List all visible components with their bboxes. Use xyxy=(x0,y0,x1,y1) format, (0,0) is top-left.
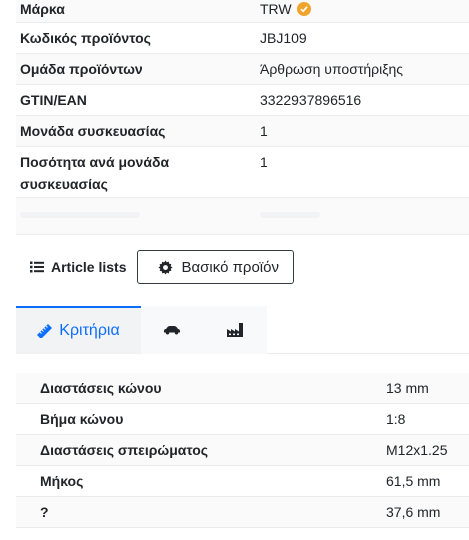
tab-vehicles[interactable] xyxy=(141,306,203,354)
criteria-label: ? xyxy=(40,504,49,520)
base-product-label: Βασικό προϊόν xyxy=(181,258,279,276)
criteria-value: 61,5 mm xyxy=(386,473,441,489)
tab-criteria[interactable]: Κριτήρια xyxy=(16,306,141,354)
action-buttons: Article lists Βασικό προϊόν xyxy=(24,249,294,285)
spec-label: Μονάδα συσκευασίας xyxy=(20,123,166,139)
spec-row-quantity-per-package: Ποσότητα ανά μονάδα συσκευασίας 1 xyxy=(16,147,469,198)
spec-label: Ομάδα προϊόντων xyxy=(20,61,143,77)
criteria-value: 13 mm xyxy=(386,380,429,396)
spec-row-product-group: Ομάδα προϊόντων Άρθρωση υποστήριξης xyxy=(16,54,469,85)
spec-label: Ποσότητα ανά μονάδα συσκευασίας xyxy=(20,154,170,192)
spec-label: Κωδικός προϊόντος xyxy=(20,30,151,46)
spec-row-brand: Μάρκα TRW xyxy=(16,0,469,23)
gear-icon xyxy=(158,259,174,275)
tab-criteria-label: Κριτήρια xyxy=(59,322,120,339)
criteria-label: Μήκος xyxy=(40,473,84,489)
verified-badge-icon xyxy=(296,2,311,16)
brand-name: TRW xyxy=(260,1,292,17)
article-lists-button[interactable]: Article lists xyxy=(24,249,134,285)
criteria-row: Μήκος 61,5 mm xyxy=(16,466,469,497)
car-icon xyxy=(164,326,180,335)
spec-value: JBJ109 xyxy=(260,30,307,46)
criteria-label: Διαστάσεις σπειρώματος xyxy=(40,442,209,458)
article-lists-label: Article lists xyxy=(51,259,127,275)
spec-value: 3322937896516 xyxy=(260,92,362,108)
criteria-row: Βήμα κώνου 1:8 xyxy=(16,404,469,435)
criteria-table: Διαστάσεις κώνου 13 mm Βήμα κώνου 1:8 Δι… xyxy=(16,373,469,528)
detail-tabs: Κριτήρια xyxy=(16,306,469,354)
spec-row-faded xyxy=(16,198,469,235)
criteria-row: Διαστάσεις σπειρώματος M12x1.25 xyxy=(16,435,469,466)
spec-value: 1 xyxy=(260,154,268,170)
spec-row-gtin-ean: GTIN/EAN 3322937896516 xyxy=(16,85,469,116)
criteria-value: 37,6 mm xyxy=(386,504,441,520)
ruler-icon xyxy=(37,324,53,338)
list-icon xyxy=(30,261,44,273)
tab-manufacturers[interactable] xyxy=(203,306,267,354)
spec-row-product-code: Κωδικός προϊόντος JBJ109 xyxy=(16,23,469,54)
criteria-label: Βήμα κώνου xyxy=(40,411,124,427)
spec-label: GTIN/EAN xyxy=(20,92,87,108)
product-specs-table: Μάρκα TRW Κωδικός προϊόντος JBJ109 Ομάδα… xyxy=(16,0,469,235)
criteria-value: M12x1.25 xyxy=(386,442,448,458)
base-product-button[interactable]: Βασικό προϊόν xyxy=(137,250,294,284)
criteria-row: Διαστάσεις κώνου 13 mm xyxy=(16,373,469,404)
spec-label: Μάρκα xyxy=(20,1,65,17)
spec-value: 1 xyxy=(260,123,268,139)
criteria-value: 1:8 xyxy=(386,411,406,427)
spec-value: TRW xyxy=(260,0,469,22)
spec-row-package-unit: Μονάδα συσκευασίας 1 xyxy=(16,116,469,147)
spec-value: Άρθρωση υποστήριξης xyxy=(260,61,404,77)
factory-icon xyxy=(226,323,243,337)
criteria-label: Διαστάσεις κώνου xyxy=(40,380,162,396)
criteria-row: ? 37,6 mm xyxy=(16,497,469,528)
